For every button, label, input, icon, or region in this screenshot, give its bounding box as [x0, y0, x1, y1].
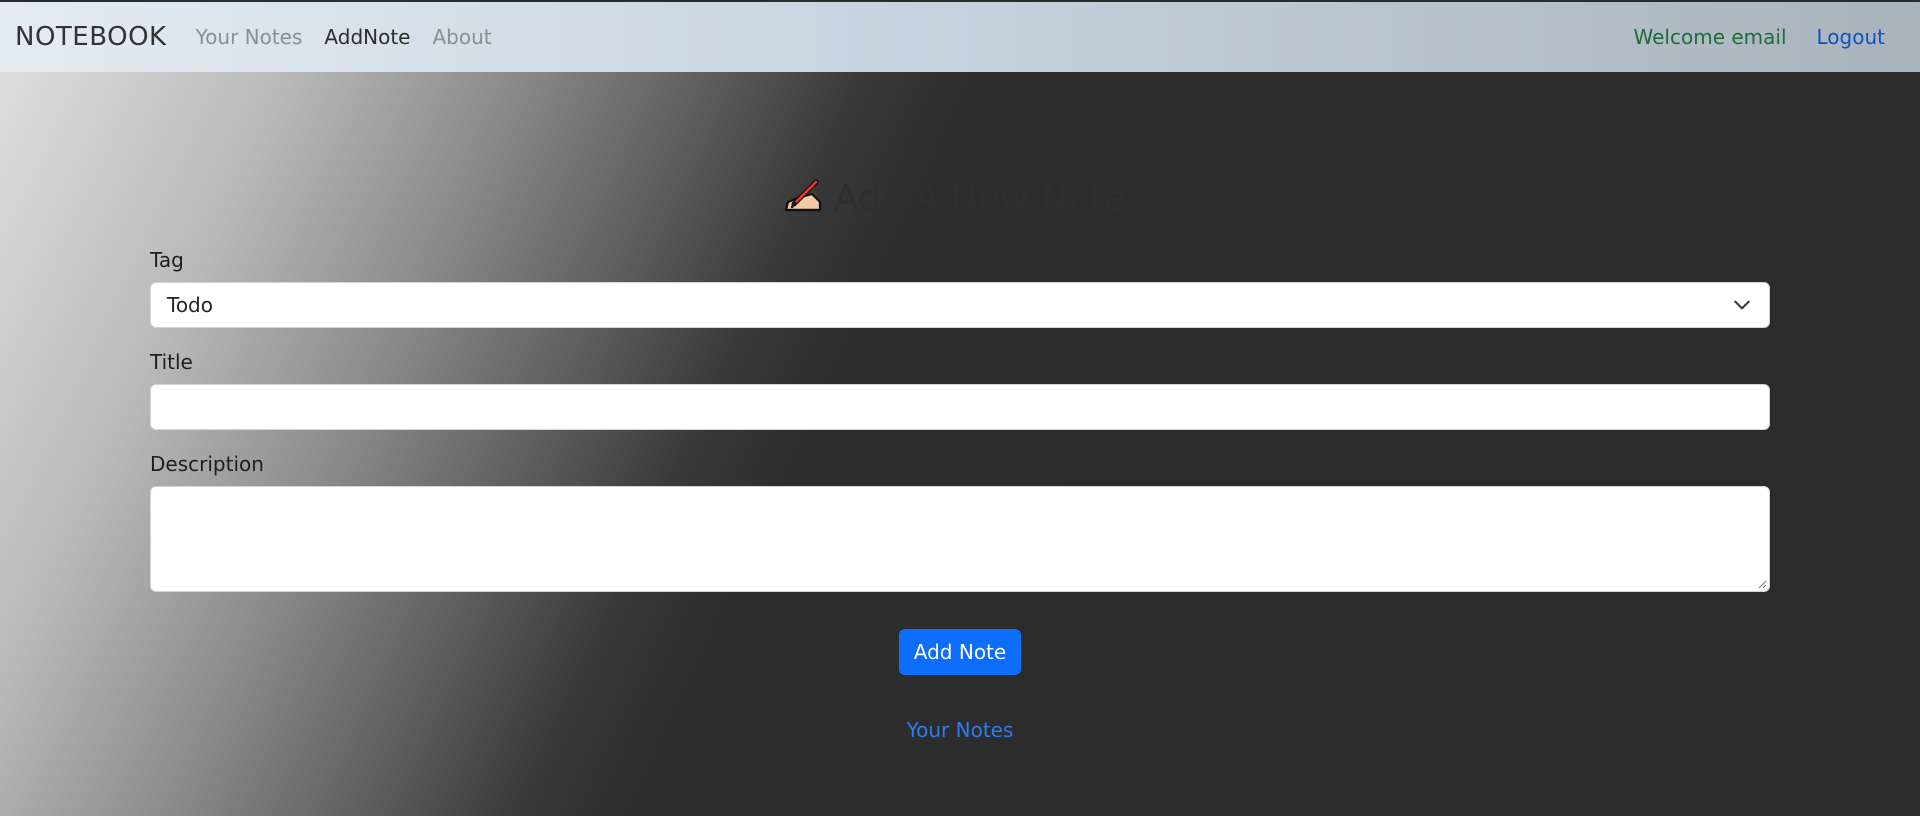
- add-note-button[interactable]: Add Note: [899, 629, 1021, 675]
- nav-link-about[interactable]: About: [422, 25, 503, 49]
- brand-logo[interactable]: NOTEBOOK: [15, 22, 167, 52]
- welcome-text: Welcome email: [1633, 25, 1787, 49]
- writing-hand-icon: [782, 176, 824, 216]
- description-label: Description: [150, 452, 264, 476]
- nav-link-addnote[interactable]: AddNote: [313, 25, 421, 49]
- your-notes-link[interactable]: Your Notes: [0, 718, 1920, 742]
- page-title-text: Add A New Note:: [833, 178, 1139, 219]
- tag-select[interactable]: Todo: [150, 282, 1770, 328]
- navbar: NOTEBOOK Your Notes AddNote About Welcom…: [0, 0, 1920, 72]
- nav-links: Your Notes AddNote About: [185, 25, 503, 49]
- chevron-down-icon: [1734, 300, 1750, 310]
- tag-label: Tag: [150, 248, 184, 272]
- nav-right: Welcome email Logout: [1634, 2, 1920, 72]
- nav-link-your-notes[interactable]: Your Notes: [185, 25, 314, 49]
- title-label: Title: [150, 350, 193, 374]
- add-note-form: Tag Todo Title Description: [150, 248, 1770, 592]
- logout-link[interactable]: Logout: [1817, 25, 1885, 49]
- tag-select-value: Todo: [167, 293, 213, 317]
- title-input[interactable]: [150, 384, 1770, 430]
- description-textarea[interactable]: [150, 486, 1770, 592]
- page-title: Add A New Note:: [0, 176, 1920, 219]
- resize-grip-icon[interactable]: [1757, 579, 1767, 589]
